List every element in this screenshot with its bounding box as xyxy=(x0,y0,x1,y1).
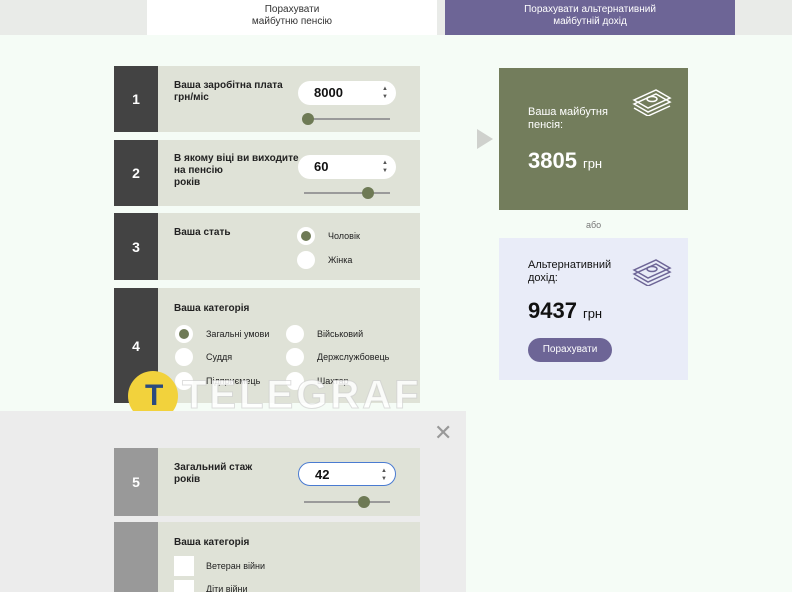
gender-male-radio[interactable] xyxy=(297,227,315,245)
category-general-label: Загальні умови xyxy=(206,329,270,339)
gender-female-label: Жінка xyxy=(328,255,353,265)
pension-result-title: Ваша майбутня пенсія: xyxy=(528,106,608,131)
gender-label: Ваша стать xyxy=(174,227,231,238)
step-2-card: 2 В якому віці ви виходите на пенсію рок… xyxy=(114,140,420,206)
experience-slider-track[interactable] xyxy=(304,501,390,503)
pension-result-unit: грн xyxy=(582,156,603,171)
salary-slider-track[interactable] xyxy=(304,118,390,120)
war-children-label: Діти війни xyxy=(206,584,248,592)
experience-slider-knob[interactable] xyxy=(358,496,370,508)
experience-input[interactable]: 42 ▲ ▼ xyxy=(298,462,396,486)
salary-slider-knob[interactable] xyxy=(302,113,314,125)
category-military-label: Військовий xyxy=(317,329,364,339)
experience-label: Загальний стаж років xyxy=(174,462,253,485)
step-5-card: 5 Загальний стаж років 42 ▲ ▼ xyxy=(114,448,420,516)
spinner-arrows-icon[interactable]: ▲ ▼ xyxy=(382,159,388,175)
pension-result-value-row: 3805 грн xyxy=(528,148,602,174)
category-label: Ваша категорія xyxy=(174,303,250,314)
salary-value: 8000 xyxy=(314,85,343,100)
salary-label: Ваша заробітна плата грн/міс xyxy=(174,80,283,103)
category-general-radio[interactable] xyxy=(175,325,193,343)
tab-alternative-income[interactable]: Порахувати альтернативний майбутній дохі… xyxy=(445,0,735,35)
gender-male-label: Чоловік xyxy=(328,231,360,241)
step-number: 1 xyxy=(114,66,158,132)
money-stack-icon xyxy=(632,89,672,116)
step-number: 3 xyxy=(114,213,158,280)
category-civil-servant-label: Держслужбовець xyxy=(317,352,390,362)
alternative-result-title: Альтернативний дохід: xyxy=(528,259,612,284)
pension-result-value: 3805 xyxy=(528,148,577,173)
veteran-checkbox[interactable] xyxy=(174,556,194,576)
category-military-radio[interactable] xyxy=(286,325,304,343)
telegraf-logo-t-icon: T xyxy=(145,379,164,412)
retirement-age-slider-track[interactable] xyxy=(304,192,390,194)
tab-future-pension-label: Порахувати майбутню пенсію xyxy=(251,4,333,27)
retirement-age-slider-knob[interactable] xyxy=(362,187,374,199)
tab-future-pension[interactable]: Порахувати майбутню пенсію xyxy=(147,0,437,35)
veteran-label: Ветеран війни xyxy=(206,561,266,571)
step-number-placeholder xyxy=(114,522,158,592)
alternative-result-value-row: 9437 грн xyxy=(528,298,602,324)
calculate-button[interactable]: Порахувати xyxy=(528,338,612,362)
step-1-card: 1 Ваша заробітна плата грн/міс 8000 ▲ ▼ xyxy=(114,66,420,132)
category-civil-servant-radio[interactable] xyxy=(286,348,304,366)
close-icon[interactable]: ✕ xyxy=(434,422,452,444)
experience-value: 42 xyxy=(315,467,330,482)
category-judge-radio[interactable] xyxy=(175,348,193,366)
retirement-age-label: В якому віці ви виходите на пенсію років xyxy=(174,153,299,188)
category-judge-label: Суддя xyxy=(206,352,233,362)
alternative-result-box: Альтернативний дохід: 9437 грн Порахувати xyxy=(499,238,688,380)
step-number: 5 xyxy=(114,448,158,516)
money-stack-icon xyxy=(632,259,672,286)
war-children-checkbox[interactable] xyxy=(174,580,194,592)
step-3-card: 3 Ваша стать Чоловік Жінка xyxy=(114,213,420,280)
step-6-card: Ваша категорія Ветеран війни Діти війни xyxy=(114,522,420,592)
arrow-right-icon xyxy=(477,129,493,149)
tab-alternative-income-label: Порахувати альтернативний майбутній дохі… xyxy=(524,4,656,27)
spinner-arrows-icon[interactable]: ▲ ▼ xyxy=(382,85,388,101)
pension-result-box: Ваша майбутня пенсія: 3805 грн xyxy=(499,68,688,210)
retirement-age-input[interactable]: 60 ▲ ▼ xyxy=(298,155,396,179)
alternative-result-value: 9437 xyxy=(528,298,577,323)
benefit-category-label: Ваша категорія xyxy=(174,537,250,548)
gender-female-radio[interactable] xyxy=(297,251,315,269)
alternative-result-unit: грн xyxy=(582,306,603,321)
spinner-arrows-icon[interactable]: ▲ ▼ xyxy=(381,467,387,483)
or-text: або xyxy=(586,220,602,230)
step-number: 2 xyxy=(114,140,158,206)
salary-input[interactable]: 8000 ▲ ▼ xyxy=(298,81,396,105)
retirement-age-value: 60 xyxy=(314,159,329,174)
